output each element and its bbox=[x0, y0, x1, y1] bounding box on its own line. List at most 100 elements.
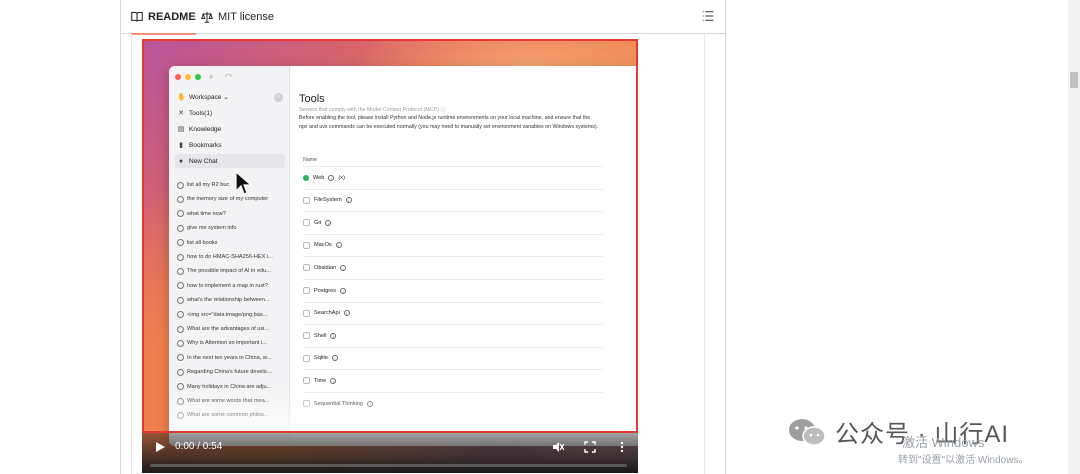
chat-history-item[interactable]: What are the advantages of usi... bbox=[177, 322, 285, 336]
sidebar-item-label: Knowledge bbox=[189, 125, 222, 133]
mute-icon[interactable] bbox=[552, 441, 564, 453]
chat-history-item[interactable]: list all my R2 buc bbox=[177, 178, 285, 192]
video-time: 0:00 / 0:54 bbox=[175, 441, 223, 452]
chat-history-item[interactable]: In the next ten years in China, w... bbox=[177, 351, 285, 365]
close-dot-icon[interactable] bbox=[175, 74, 181, 80]
minimize-dot-icon[interactable] bbox=[185, 74, 191, 80]
sidebar-item-bookmarks[interactable]: ▮ Bookmarks bbox=[175, 138, 285, 152]
tool-row[interactable]: FileSystem i bbox=[303, 188, 603, 211]
info-icon[interactable]: i bbox=[345, 197, 352, 204]
page: README MIT license ⌕ ◠ ✋ Workspace ⌄ i ✕… bbox=[0, 0, 1080, 474]
page-description: Before enabling the tool, please install… bbox=[299, 115, 599, 130]
windows-activation-title: 激活 Windows bbox=[902, 435, 985, 450]
readme-tabs: README MIT license bbox=[121, 0, 725, 35]
workspace-label: Workspace ⌄ bbox=[189, 94, 229, 101]
chat-history-label: what time now? bbox=[187, 210, 226, 217]
sidebar-item-new-chat[interactable]: ● New Chat bbox=[175, 154, 285, 168]
page-scrollbar[interactable] bbox=[1068, 0, 1080, 474]
chat-history-item[interactable]: Why is Attention so important i... bbox=[177, 336, 285, 350]
chat-history-item[interactable]: <img src="data:image/png;bas... bbox=[177, 308, 285, 322]
tool-row[interactable]: MacOs i bbox=[303, 233, 603, 256]
law-icon bbox=[201, 11, 213, 23]
tab-license[interactable]: MIT license bbox=[201, 0, 274, 34]
info-icon[interactable]: i bbox=[340, 264, 347, 271]
tool-row[interactable]: Git i bbox=[303, 211, 603, 233]
demo-video[interactable]: ⌕ ◠ ✋ Workspace ⌄ i ✕ Tools(1) ▤ Knowled… bbox=[142, 39, 638, 473]
chat-bubble-icon bbox=[177, 210, 184, 218]
chat-bubble-icon bbox=[177, 311, 184, 319]
info-icon[interactable]: i bbox=[330, 332, 337, 339]
tool-row[interactable]: Sqlite i bbox=[303, 346, 603, 369]
zoom-dot-icon[interactable] bbox=[195, 74, 201, 80]
chat-history-item[interactable]: how to implement a map in rust? bbox=[177, 279, 285, 293]
chat-history-label: list all books bbox=[187, 239, 218, 246]
video-controls: 0:00 / 0:54 bbox=[142, 433, 638, 473]
sidebar-item-label: Bookmarks bbox=[189, 141, 222, 149]
more-options-icon[interactable] bbox=[616, 441, 628, 453]
mouse-cursor-icon bbox=[235, 171, 253, 195]
chat-bubble-icon bbox=[177, 339, 184, 347]
enabled-status-icon bbox=[303, 174, 309, 181]
video-progress-bar[interactable] bbox=[150, 464, 627, 467]
wifi-icon: ◠ bbox=[225, 72, 232, 81]
tab-license-label: MIT license bbox=[218, 11, 275, 23]
chat-history-label: The possible impact of AI in edu... bbox=[187, 268, 271, 275]
scrollbar-thumb[interactable] bbox=[1070, 72, 1078, 88]
workspace-selector[interactable]: ✋ Workspace ⌄ i bbox=[175, 90, 285, 104]
chat-history-item[interactable]: Regarding China's future develo... bbox=[177, 365, 285, 379]
chat-bubble-icon bbox=[177, 239, 184, 247]
sidebar-item-knowledge[interactable]: ▤ Knowledge bbox=[175, 122, 285, 136]
chat-history-item[interactable]: give me system info bbox=[177, 221, 285, 235]
chat-bubble-icon bbox=[177, 368, 184, 376]
page-title: Tools bbox=[299, 93, 325, 105]
info-icon[interactable]: i bbox=[340, 287, 347, 294]
tools-icon: ✕ bbox=[178, 110, 184, 117]
chat-history-item[interactable]: list all books bbox=[177, 236, 285, 250]
info-icon[interactable]: i bbox=[325, 219, 332, 226]
info-icon[interactable]: i bbox=[332, 355, 338, 362]
chat-history-label: how to implement a map in rust? bbox=[187, 282, 268, 289]
play-icon[interactable] bbox=[154, 441, 166, 453]
tool-row[interactable]: Obsidian i bbox=[303, 256, 603, 278]
fullscreen-icon[interactable] bbox=[584, 441, 596, 453]
chat-history-item[interactable]: what time now? bbox=[177, 207, 285, 221]
tool-name: SearchApi bbox=[314, 310, 340, 317]
tool-row[interactable]: Shell i bbox=[303, 324, 603, 346]
tool-row[interactable]: Web i (x) bbox=[303, 166, 603, 188]
tool-name: Shell bbox=[314, 332, 327, 339]
chat-history-label: give me system info bbox=[187, 225, 237, 232]
chat-history-item[interactable]: the memory size of my computer bbox=[177, 192, 285, 206]
table-of-contents-icon[interactable] bbox=[701, 9, 715, 23]
info-icon[interactable]: i bbox=[335, 242, 342, 249]
chat-bubble-icon bbox=[177, 195, 184, 203]
chat-bubble-icon bbox=[177, 282, 184, 290]
chat-bubble-icon bbox=[177, 181, 184, 189]
tool-icon bbox=[303, 377, 310, 385]
search-icon[interactable]: ⌕ bbox=[209, 72, 213, 82]
tool-name: Time bbox=[314, 377, 327, 384]
tool-icon bbox=[303, 309, 310, 317]
tool-row[interactable]: Postgres i bbox=[303, 279, 603, 301]
chat-bubble-icon bbox=[177, 224, 184, 232]
chat-history-item[interactable]: what's the relationship between... bbox=[177, 293, 285, 307]
app-window: ⌕ ◠ ✋ Workspace ⌄ i ✕ Tools(1) ▤ Knowled… bbox=[169, 66, 638, 446]
tool-name: MacOs bbox=[314, 242, 332, 249]
info-icon[interactable]: i bbox=[343, 310, 350, 317]
tool-icon bbox=[303, 332, 310, 340]
chat-bubble-icon bbox=[177, 267, 184, 275]
tool-extra: (x) bbox=[338, 174, 345, 181]
chat-history-item[interactable]: how to do HMAC-SHA256-HEX i... bbox=[177, 250, 285, 264]
info-icon[interactable]: i bbox=[328, 174, 335, 181]
chat-history-label: how to do HMAC-SHA256-HEX i... bbox=[187, 254, 273, 260]
info-icon[interactable]: i bbox=[330, 377, 337, 384]
chat-bubble-icon bbox=[177, 296, 184, 304]
tool-name: Sqlite bbox=[314, 355, 328, 362]
tool-name: Web bbox=[313, 174, 325, 181]
column-header-name: Name bbox=[303, 157, 318, 163]
tool-row[interactable]: SearchApi i bbox=[303, 301, 603, 324]
sidebar-item-tools[interactable]: ✕ Tools(1) bbox=[175, 106, 285, 120]
tool-icon bbox=[303, 354, 310, 362]
chat-history-item[interactable]: The possible impact of AI in edu... bbox=[177, 264, 285, 278]
page-subtitle: Servers that comply with the Model Conte… bbox=[299, 107, 446, 113]
tab-readme[interactable]: README bbox=[131, 0, 196, 35]
